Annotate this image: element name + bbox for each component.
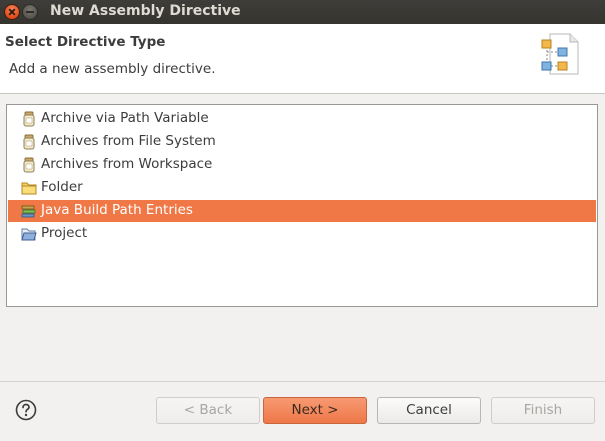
help-icon[interactable] (15, 399, 37, 421)
minimize-window-button[interactable] (22, 4, 38, 20)
list-item-label: Java Build Path Entries (41, 202, 193, 218)
project-folder-icon (21, 228, 37, 241)
jar-icon (23, 111, 35, 127)
wizard-header: Select Directive Type Add a new assembly… (0, 24, 605, 94)
library-icon (21, 205, 36, 218)
page-title: Select Directive Type (5, 34, 166, 50)
list-item-archives-from-file-system[interactable]: Archives from File System (8, 131, 596, 153)
list-item-java-build-path-entries[interactable]: Java Build Path Entries (8, 200, 596, 222)
list-item-archive-via-path-variable[interactable]: Archive via Path Variable (8, 108, 596, 130)
list-item-folder[interactable]: Folder (8, 177, 596, 199)
list-item-label: Archives from Workspace (41, 156, 213, 172)
list-item-label: Archives from File System (41, 133, 216, 149)
next-button[interactable]: Next > (263, 397, 367, 424)
back-button[interactable]: < Back (156, 397, 260, 424)
jar-icon (23, 134, 35, 150)
jar-icon (23, 157, 35, 173)
list-item-label: Folder (41, 179, 83, 195)
list-item-label: Archive via Path Variable (41, 110, 209, 126)
cancel-button[interactable]: Cancel (377, 397, 481, 424)
footer-separator (0, 381, 605, 382)
finish-button[interactable]: Finish (491, 397, 595, 424)
dialog-window: New Assembly Directive Select Directive … (0, 0, 605, 441)
directive-type-list[interactable]: Archive via Path Variable Archives from … (6, 104, 598, 307)
list-item-project[interactable]: Project (8, 223, 596, 245)
folder-icon (21, 182, 37, 195)
page-description: Add a new assembly directive. (9, 61, 216, 77)
wizard-banner-icon (541, 33, 579, 75)
window-title: New Assembly Directive (50, 3, 241, 19)
title-bar: New Assembly Directive (0, 0, 605, 24)
list-item-archives-from-workspace[interactable]: Archives from Workspace (8, 154, 596, 176)
close-window-button[interactable] (4, 4, 20, 20)
list-item-label: Project (41, 225, 88, 241)
